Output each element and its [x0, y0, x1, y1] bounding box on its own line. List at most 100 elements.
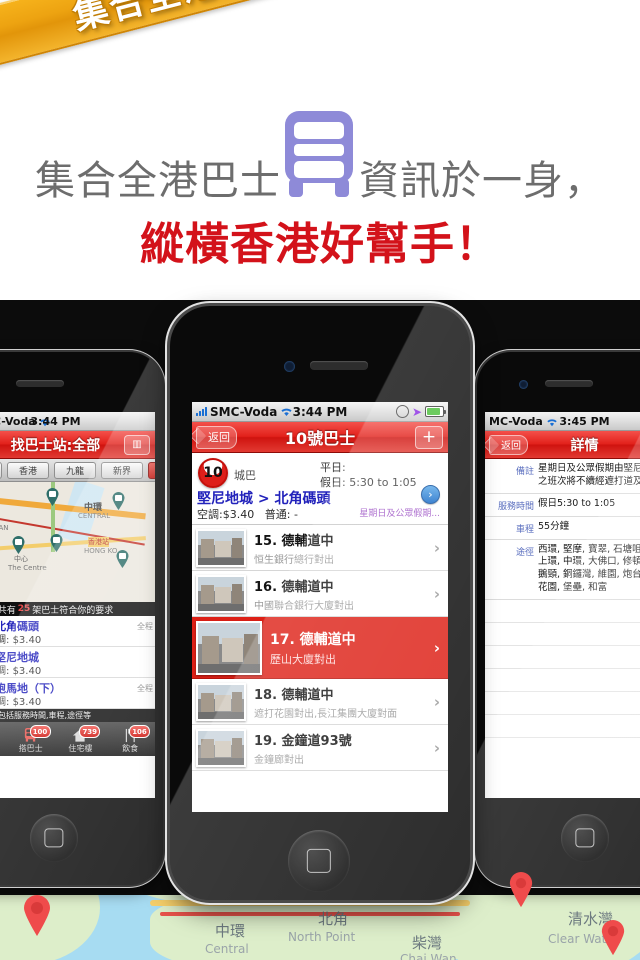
tab-residential[interactable]: 739 住宅樓 [56, 725, 106, 756]
chevron-right-circle-icon[interactable]: › [421, 485, 440, 504]
left-phone-screen: SMC-Voda 3:44 PM 找巴士站:全部 ▥ 全部 香港 九龍 新界 [0, 412, 155, 798]
earpiece-icon [310, 361, 368, 370]
segment-hongkong[interactable]: 香港 [7, 461, 49, 479]
map-label-central-en2: CENTRAL [78, 512, 111, 520]
weekday-hours: 平日: [320, 459, 440, 475]
map-road-2 [160, 912, 460, 916]
earpiece-icon [545, 380, 593, 387]
weekday-label: 平日: [320, 461, 346, 474]
fare-normal-label: 普通: [264, 508, 291, 521]
add-button[interactable]: + [415, 425, 443, 449]
tab-take-bus[interactable]: 100 搭巴士 [6, 725, 56, 756]
map-pin-3[interactable] [112, 492, 125, 510]
detail-blank-row [485, 691, 640, 715]
map-pin-left[interactable] [22, 895, 50, 936]
stop-sub: 遮打花園對出,長江集團大廈對面 [254, 708, 398, 720]
back-button[interactable]: 返回 [489, 434, 528, 455]
promo-ribbon: 集合全港巴士資訊 [0, 0, 383, 82]
map-label-clearwater-en: Clear Wat [548, 932, 607, 946]
route-fares: 空調:$3.40 普通: - [197, 506, 298, 522]
map-label-central-en: Central [205, 942, 249, 956]
rotation-lock-icon [395, 405, 409, 418]
center-status-bar: SMC-Voda 3:44 PM ➤ [192, 402, 448, 422]
fare-ac-label: 空調: [197, 508, 223, 521]
list-item[interactable]: 19. 金鐘道93號 金鐘廊對出 › [192, 725, 448, 771]
route-full: 全程 [137, 684, 153, 693]
detail-row-service-hours: 服務時間 假日5:30 to 1:05 [485, 494, 640, 517]
hero-banner: 集合全港巴士資訊 集合全港巴士 資訊於一身， 縱橫香港好幫手！ [0, 0, 640, 300]
stop-sub: 歷山大廈對出 [270, 652, 336, 666]
right-phone-bezel: MC-Voda 3:45 PM 返回 詳情 備註 星期日及公眾假期由堅尼 之班次… [477, 352, 640, 885]
fare-normal-value: - [293, 508, 298, 521]
detail-value: 假日5:30 to 1:05 [538, 497, 616, 509]
map-label-centre-en: The Centre [8, 564, 47, 572]
left-navbar: 找巴士站:全部 ▥ [0, 431, 155, 459]
right-status-bar: MC-Voda 3:45 PM [485, 412, 640, 431]
stop-photo [196, 728, 246, 767]
chevron-right-icon: › [433, 538, 440, 557]
detail-label: 途徑 [515, 547, 534, 558]
route-header[interactable]: 10 城巴 平日: 假日: 5:30 to 1:05 堅尼地城 > 北角碼頭 空… [192, 453, 448, 525]
detail-value: 星期日及公眾假期由堅尼地城開出之班次將不續經遮打道及美利道 [538, 463, 640, 487]
map-label-hkstation: 香港站 [88, 537, 109, 547]
list-item[interactable]: 15. 德輔道中 恒生銀行總行對出 › [192, 525, 448, 571]
tagline-part-2: 資訊於一身， [359, 158, 605, 204]
stop-text: 15. 德輔道中 恒生銀行總行對出 [254, 530, 434, 566]
chevron-right-icon: › [433, 692, 440, 711]
battery-icon [425, 406, 446, 417]
result-count-bar: 共有 25 架巴士符合你的要求 [0, 602, 155, 616]
detail-row-duration: 車程 55分鐘 [485, 517, 640, 540]
stop-name: 17. 德輔道中 [270, 631, 356, 648]
result-count: 25 [17, 604, 31, 614]
tab-label: 飲食 [122, 744, 139, 753]
map-pin-6[interactable] [50, 534, 63, 552]
tab-dining[interactable]: 106 飲食 [105, 725, 155, 756]
book-icon[interactable]: ▥ [124, 434, 150, 455]
stop-photo [196, 620, 262, 675]
map-pin-right-bottom[interactable] [600, 920, 626, 956]
stop-photo [196, 574, 246, 613]
map-pin-right-top[interactable] [508, 872, 534, 908]
detail-value: 西環, 堅摩, 寶翠, 石塘咀, 西營盤, 上環, 中環, 大佛口, 修頓, 愛… [538, 543, 640, 594]
back-button[interactable]: 返回 [196, 425, 237, 449]
left-map-view[interactable]: 中環 CENTRAL 香港站 HONG KO KO WAN 中心 The Cen… [0, 482, 155, 602]
segment-newterritories[interactable]: 新界 [101, 461, 143, 479]
tab-label: 搭巴士 [18, 744, 43, 753]
map-pin-2[interactable] [46, 488, 59, 506]
center-clock: 3:44 PM [292, 404, 348, 419]
stop-photo [196, 682, 246, 721]
left-segment-bar: 全部 香港 九龍 新界 ▤ [0, 459, 155, 482]
route-row[interactable]: 10S 城巴 往跑馬地（下） 空調: $3.40 全程 [0, 678, 155, 709]
ribbon-label: 集合全港巴士資訊 [67, 0, 366, 40]
segment-all[interactable]: 全部 [0, 461, 2, 479]
result-suffix: 架巴士符合你的要求 [32, 605, 114, 616]
home-button[interactable] [30, 814, 78, 862]
promo-screenshot: Tsim 中環 Central 北角 North Point 柴灣 Chai W… [0, 0, 640, 960]
stop-sub: 中國聯合銀行大廈對出 [254, 600, 354, 612]
list-item[interactable]: 18. 德輔道中 遮打花園對出,長江集團大廈對面 › [192, 679, 448, 725]
route-row[interactable]: 10 城巴 往堅尼地城 空調: $3.40 [0, 647, 155, 678]
tagline-part-1: 集合全港巴士 [35, 158, 281, 204]
stop-name: 18. 德輔道中 [254, 687, 334, 703]
stop-text: 19. 金鐘道93號 金鐘廊對出 [254, 730, 434, 766]
list-item-selected[interactable]: 17. 德輔道中 歷山大廈對出 › [192, 617, 448, 679]
home-button[interactable] [561, 814, 609, 862]
route-note: 星期日及公眾假期... [359, 509, 440, 519]
detail-label: 備註 [515, 467, 534, 477]
route-row[interactable]: 10 城巴 往北角碼頭 空調: $3.40 全程 [0, 616, 155, 647]
stop-name: 16. 德輔道中 [254, 579, 334, 595]
list-item[interactable]: 16. 德輔道中 中國聯合銀行大廈對出 › [192, 571, 448, 617]
map-pin-7[interactable] [116, 550, 129, 568]
map-label-hkstation-en: HONG KO [84, 547, 118, 555]
left-tab-bar: 結束搜尋 100 搭巴士 739 住宅樓 106 [0, 722, 155, 756]
stop-list: 15. 德輔道中 恒生銀行總行對出 › 16. 德輔道中 中國聯合銀行大廈對出 … [192, 525, 448, 771]
map-pin-5[interactable] [12, 536, 25, 554]
bus-filter-icon[interactable]: ▤ [148, 461, 155, 479]
stop-photo [196, 528, 246, 567]
home-button[interactable] [288, 830, 350, 892]
detail-row-via: 途徑 西環, 堅摩, 寶翠, 石塘咀, 西營盤, 上環, 中環, 大佛口, 修頓… [485, 540, 640, 600]
detail-label: 服務時間 [497, 501, 534, 512]
left-phone: SMC-Voda 3:44 PM 找巴士站:全部 ▥ 全部 香港 九龍 新界 [0, 352, 163, 885]
segment-kowloon[interactable]: 九龍 [54, 461, 96, 479]
left-route-list: 10 城巴 往北角碼頭 空調: $3.40 全程 10 城巴 往堅尼地城 空調:… [0, 616, 155, 709]
